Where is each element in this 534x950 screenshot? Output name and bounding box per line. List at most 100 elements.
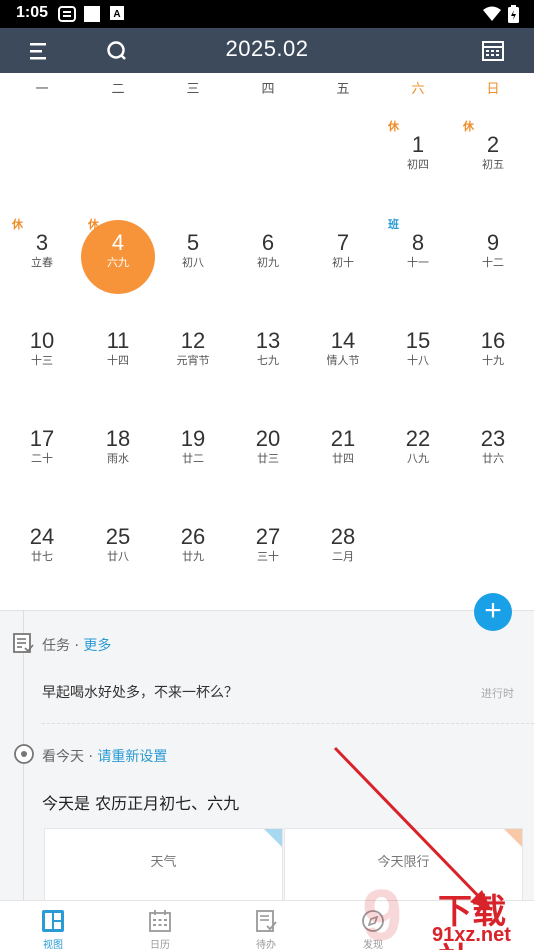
day-cell[interactable]: 9 十二 [455,194,531,292]
lunar-date: 十四 [107,354,129,367]
lunar-date: 初四 [407,158,429,171]
weekday-thu: 四 [261,82,275,97]
weather-card-label: 天气 [150,855,177,870]
lunar-date: 十八 [407,354,429,367]
day-cell[interactable]: 6 初九 [230,194,306,292]
nav-calendar-label: 日历 [150,940,170,950]
lunar-date: 十三 [31,354,53,367]
day-number: 20 [255,426,281,451]
day-number: 1 [411,132,425,157]
day-cell[interactable]: 24 廿七 [4,488,80,586]
day-cell[interactable]: 17 二十 [4,390,80,488]
traffic-card-label: 今天限行 [377,855,430,870]
nav-calendar[interactable]: 日历 [107,901,213,950]
day-cell[interactable]: 休 3 立春 [4,194,80,292]
task-list-icon [13,633,34,653]
day-cell[interactable]: 18 雨水 [80,390,156,488]
day-cell[interactable]: 22 八九 [380,390,456,488]
today-summary: 今天是 农历正月初七、六九 [42,794,240,813]
calendar-today-icon[interactable] [478,36,508,66]
task-item-text[interactable]: 早起喝水好处多，不来一杯么？ [42,682,238,702]
day-number: 16 [480,328,506,353]
day-number: 6 [261,230,275,255]
lunar-date: 廿八 [107,550,129,563]
lunar-date: 廿四 [332,452,354,465]
day-number: 17 [29,426,55,451]
day-cell[interactable]: 19 廿二 [155,390,231,488]
day-number: 12 [180,328,206,353]
todo-icon [256,910,277,932]
app-notification-icon [58,6,76,22]
day-cell[interactable]: 10 十三 [4,292,80,390]
day-number: 23 [480,426,506,451]
day-cell[interactable]: 休 1 初四 [380,96,456,194]
day-cell[interactable]: 23 廿六 [455,390,531,488]
day-cell[interactable]: 14 情人节 [305,292,381,390]
today-title: 看今天 · [42,749,98,765]
watermark-domain: 91xz.net [432,924,511,946]
day-cell[interactable]: 7 初十 [305,194,381,292]
tasks-title: 任务 · [42,638,84,654]
weekday-wed: 三 [186,82,200,97]
divider [42,723,534,724]
day-cell[interactable]: 26 廿九 [155,488,231,586]
day-number: 13 [255,328,281,353]
calendar-grid: 休 1 初四休 2 初五休 3 立春休 4 六九 5 初八 6 初九 7 初十班 8 十一 9 十二 10 十三 11 十四… [0,96,534,608]
day-cell[interactable]: 11 十四 [80,292,156,390]
month-title[interactable]: 2025.02 [0,36,534,62]
day-cell[interactable]: 休 2 初五 [455,96,531,194]
battery-icon [508,5,519,23]
day-number: 28 [330,524,356,549]
lunar-date: 初十 [332,256,354,269]
tasks-header: 任务 · 更多 [42,635,111,655]
weather-card[interactable]: 天气 [44,828,283,908]
day-cell[interactable]: 休 4 六九 [80,194,156,292]
day-number: 3 [35,230,49,255]
day-cell[interactable]: 25 廿八 [80,488,156,586]
square-notification-icon [84,6,100,22]
lunar-date: 廿二 [182,452,204,465]
card-corner-decoration [264,829,282,847]
card-corner-decoration [504,829,522,847]
reset-settings-link[interactable]: 请重新设置 [97,749,167,765]
day-number: 5 [186,230,200,255]
lunar-date: 雨水 [107,452,129,465]
nav-todo[interactable]: 待办 [213,901,319,950]
lunar-date: 廿三 [257,452,279,465]
day-cell[interactable]: 21 廿四 [305,390,381,488]
target-icon [14,744,34,764]
status-bar: 1:05 A [0,0,534,28]
day-cell[interactable]: 13 七九 [230,292,306,390]
nav-view[interactable]: 视图 [0,901,106,950]
day-cell[interactable]: 15 十八 [380,292,456,390]
day-number: 15 [405,328,431,353]
lunar-date: 十一 [407,256,429,269]
lunar-date: 廿九 [182,550,204,563]
weekday-header: 一 二 三 四 五 六 日 [0,78,534,98]
day-cell[interactable]: 班 8 十一 [380,194,456,292]
day-cell[interactable]: 27 三十 [230,488,306,586]
lunar-date: 六九 [107,256,129,269]
svg-text:A: A [113,9,120,20]
lunar-date: 立春 [31,256,53,269]
tasks-more-link[interactable]: 更多 [83,638,111,654]
day-cell[interactable]: 12 元宵节 [155,292,231,390]
day-number: 8 [411,230,425,255]
lunar-date: 八九 [407,452,429,465]
day-cell[interactable]: 20 廿三 [230,390,306,488]
app-bar: 2025.02 [0,28,534,73]
lunar-date: 廿七 [31,550,53,563]
nav-todo-label: 待办 [256,940,276,950]
day-number: 27 [255,524,281,549]
day-cell[interactable]: 28 二月 [305,488,381,586]
lunar-date: 三十 [257,550,279,563]
lunar-date: 情人节 [326,354,360,367]
day-number: 24 [29,524,55,549]
task-item-status: 进行时 [481,687,514,700]
day-cell[interactable]: 5 初八 [155,194,231,292]
day-number: 18 [105,426,131,451]
weekday-sun: 日 [486,82,500,97]
day-cell[interactable]: 16 十九 [455,292,531,390]
add-event-button[interactable]: + [474,593,512,631]
lunar-date: 二十 [31,452,53,465]
